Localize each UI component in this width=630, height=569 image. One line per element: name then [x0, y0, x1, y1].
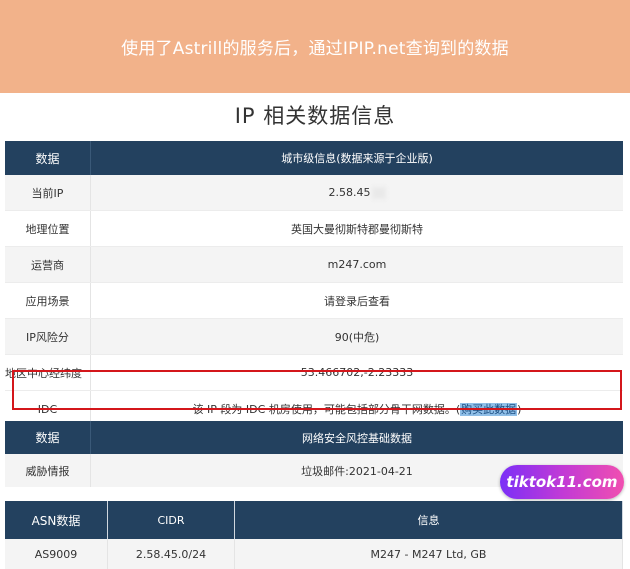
row-value: 请登录后查看	[90, 282, 623, 319]
row-label: 应用场景	[5, 282, 91, 319]
row-label: 威胁情报	[5, 454, 91, 487]
table-row: 地理位置 英国大曼彻斯特郡曼彻斯特	[5, 210, 623, 247]
page-title: IP 相关数据信息	[234, 104, 396, 128]
header-label: 数据	[5, 141, 91, 175]
table-row: IP风险分 90(中危)	[5, 318, 623, 355]
watermark-badge: tiktok11.com	[500, 465, 624, 499]
table-row: 当前IP 2.58.45	[5, 175, 623, 211]
table-row: 应用场景 请登录后查看	[5, 282, 623, 319]
highlight-box	[12, 370, 622, 410]
table-header-row: 数据 城市级信息(数据来源于企业版)	[5, 141, 623, 175]
row-value: 90(中危)	[90, 318, 623, 355]
row-label: IP风险分	[5, 318, 91, 355]
row-label: 运营商	[5, 246, 91, 283]
ip-value: 2.58.45	[328, 186, 371, 199]
table-header-row: 数据 网络安全风控基础数据	[5, 421, 623, 454]
redacted-mark	[371, 187, 386, 199]
asn-cell: AS9009	[5, 539, 108, 569]
header-label: 数据	[5, 421, 91, 454]
column-header-cidr: CIDR	[107, 501, 235, 539]
cidr-cell: 2.58.45.0/24	[107, 539, 235, 569]
header-value: 网络安全风控基础数据	[90, 421, 623, 454]
row-label: 当前IP	[5, 175, 91, 211]
table-row: AS9009 2.58.45.0/24 M247 - M247 Ltd, GB	[5, 539, 623, 569]
column-header-info: 信息	[234, 501, 623, 539]
table-row: 运营商 m247.com	[5, 246, 623, 283]
top-banner: 使用了Astrill的服务后，通过IPIP.net查询到的数据	[0, 0, 630, 93]
column-header-asn: ASN数据	[5, 501, 108, 539]
table-header-row: ASN数据 CIDR 信息	[5, 501, 623, 539]
asn-table: ASN数据 CIDR 信息 AS9009 2.58.45.0/24 M247 -…	[5, 501, 623, 569]
header-value: 城市级信息(数据来源于企业版)	[90, 141, 623, 175]
info-cell: M247 - M247 Ltd, GB	[234, 539, 623, 569]
row-label: 地理位置	[5, 210, 91, 247]
row-value: m247.com	[90, 246, 623, 283]
banner-text: 使用了Astrill的服务后，通过IPIP.net查询到的数据	[121, 39, 509, 59]
row-value: 英国大曼彻斯特郡曼彻斯特	[90, 210, 623, 247]
row-value: 2.58.45	[90, 175, 623, 211]
